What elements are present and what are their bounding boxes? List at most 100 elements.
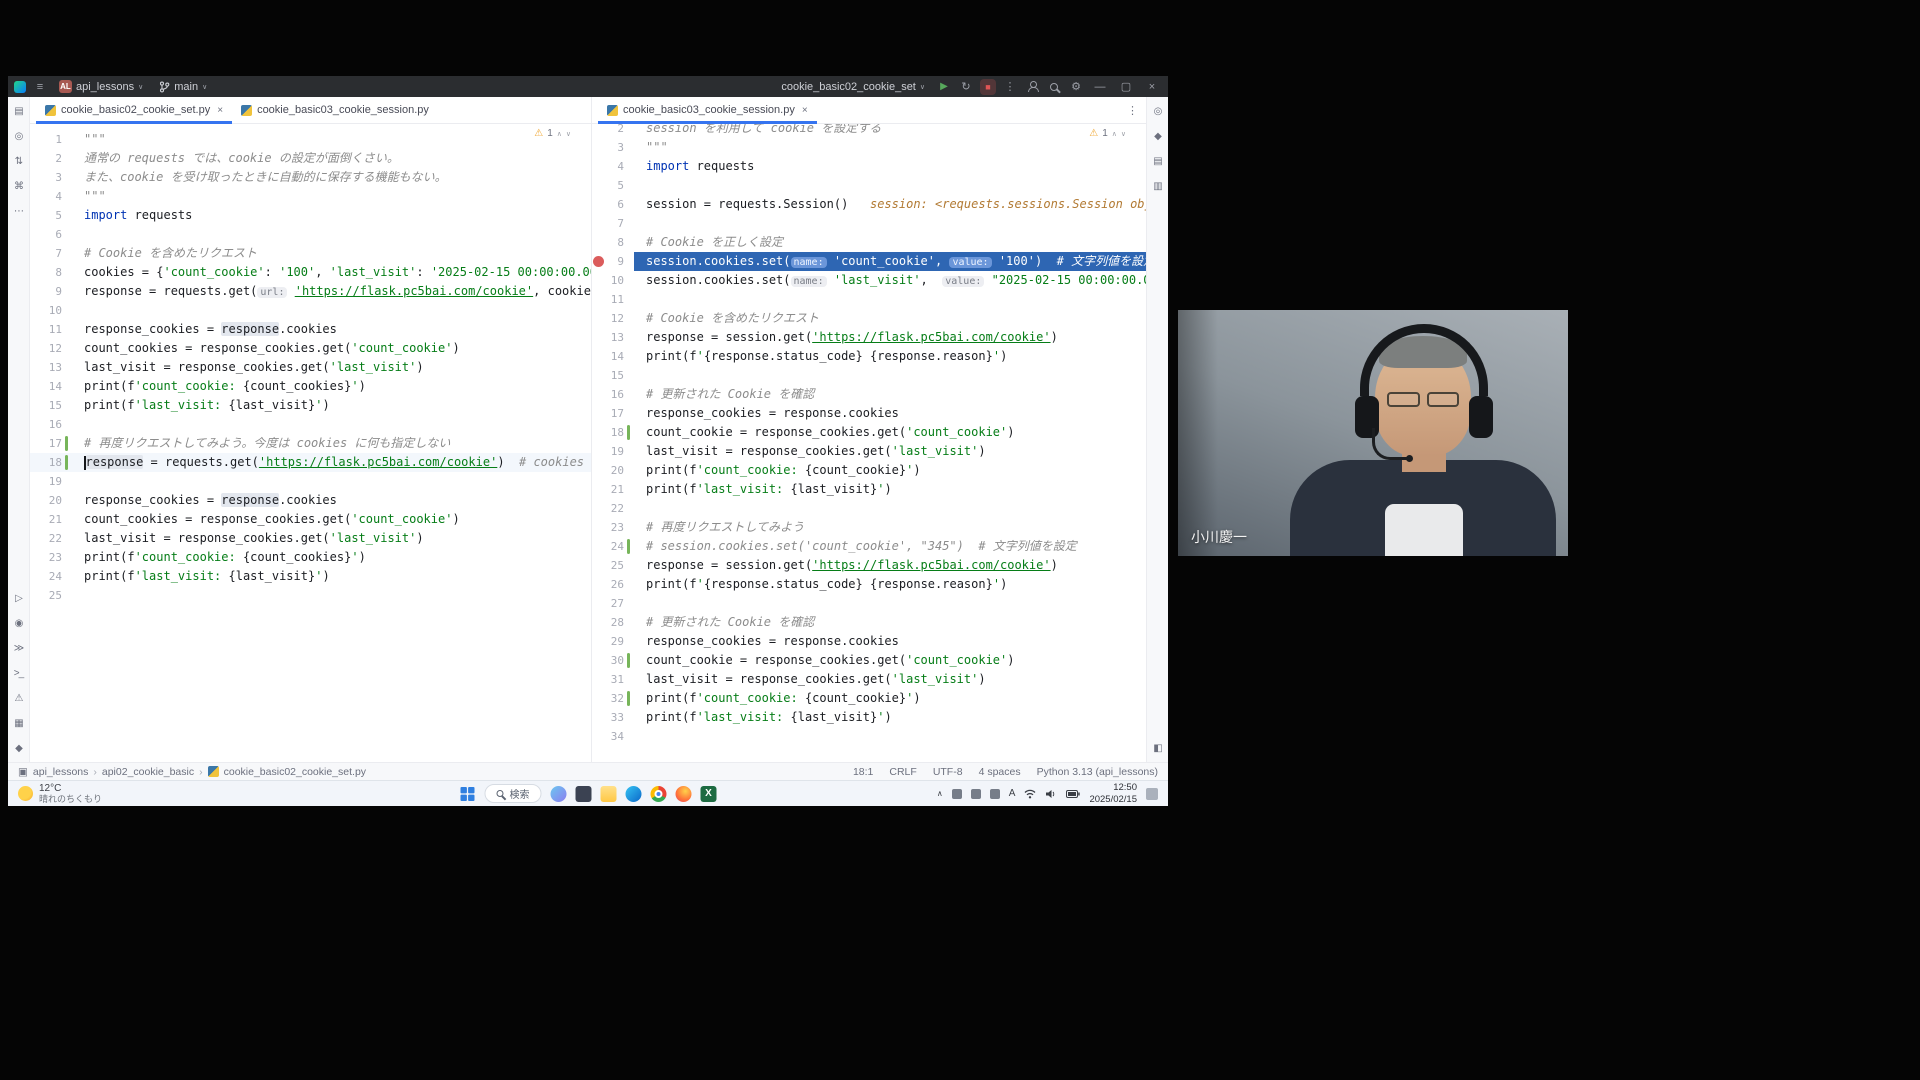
line-number[interactable]: 17 bbox=[30, 434, 62, 453]
code-line[interactable]: 14print(f'{response.status_code} {respon… bbox=[592, 347, 1146, 366]
code-text[interactable]: last_visit = response_cookies.get('last_… bbox=[634, 442, 1146, 461]
hidden-icons-chevron[interactable]: ∧ bbox=[937, 789, 943, 798]
line-number[interactable]: 21 bbox=[592, 480, 624, 499]
project-selector[interactable]: AL api_lessons ∨ bbox=[54, 79, 148, 94]
minimize-button[interactable]: — bbox=[1090, 81, 1110, 93]
editor-left[interactable]: ⚠ 1 ∧ ∨ 1"""2通常の requests では、cookie の設定が… bbox=[30, 124, 591, 762]
code-line[interactable]: 20print(f'count_cookie: {count_cookie}') bbox=[592, 461, 1146, 480]
code-text[interactable]: # Cookie を含めたリクエスト bbox=[72, 244, 591, 263]
next-problem-icon[interactable]: ∨ bbox=[1121, 130, 1126, 138]
code-line[interactable]: 4""" bbox=[30, 187, 591, 206]
code-text[interactable]: # Cookie を含めたリクエスト bbox=[634, 309, 1146, 328]
terminal-icon[interactable]: >_ bbox=[11, 666, 27, 680]
code-text[interactable]: response = requests.get('https://flask.p… bbox=[72, 453, 591, 472]
code-text[interactable]: last_visit = response_cookies.get('last_… bbox=[634, 670, 1146, 689]
excel-icon[interactable]: X bbox=[701, 786, 717, 802]
code-line[interactable]: 28# 更新された Cookie を確認 bbox=[592, 613, 1146, 632]
code-line[interactable]: 13response = session.get('https://flask.… bbox=[592, 328, 1146, 347]
close-icon[interactable]: × bbox=[802, 105, 808, 116]
code-line[interactable]: 32print(f'count_cookie: {count_cookie}') bbox=[592, 689, 1146, 708]
line-number[interactable]: 20 bbox=[30, 491, 62, 510]
pycharm-logo-icon[interactable] bbox=[14, 81, 26, 93]
problems-icon[interactable]: ⚠ bbox=[11, 691, 27, 705]
caret-position[interactable]: 18:1 bbox=[853, 766, 873, 778]
search-everywhere-icon[interactable] bbox=[1046, 79, 1062, 95]
code-text[interactable]: # 更新された Cookie を確認 bbox=[634, 613, 1146, 632]
code-line[interactable]: 18 count_cookie = response_cookies.get('c… bbox=[592, 423, 1146, 442]
line-number[interactable]: 11 bbox=[30, 320, 62, 339]
code-line[interactable]: 6session = requests.Session() session: <… bbox=[592, 195, 1146, 214]
line-number[interactable]: 18 bbox=[592, 423, 624, 442]
start-button[interactable] bbox=[460, 786, 476, 802]
code-text[interactable]: print(f'last_visit: {last_visit}') bbox=[634, 480, 1146, 499]
notifications-icon[interactable]: ◎ bbox=[1150, 104, 1166, 118]
code-text[interactable]: print(f'count_cookie: {count_cookies}') bbox=[72, 548, 591, 567]
prev-problem-icon[interactable]: ∧ bbox=[1112, 130, 1117, 138]
code-line[interactable]: 23# 再度リクエストしてみよう bbox=[592, 518, 1146, 537]
code-line[interactable]: 15print(f'last_visit: {last_visit}') bbox=[30, 396, 591, 415]
taskbar-search[interactable]: 検索 bbox=[485, 784, 542, 803]
volume-icon[interactable] bbox=[1045, 789, 1057, 799]
code-text[interactable]: response_cookies = response.cookies bbox=[634, 632, 1146, 651]
services-icon[interactable]: ▦ bbox=[11, 716, 27, 730]
code-text[interactable]: print(f'count_cookie: {count_cookie}') bbox=[634, 689, 1146, 708]
code-text[interactable]: session = requests.Session() session: <r… bbox=[634, 195, 1146, 214]
code-line[interactable]: 22last_visit = response_cookies.get('las… bbox=[30, 529, 591, 548]
line-number[interactable]: 15 bbox=[592, 366, 624, 385]
line-number[interactable]: 25 bbox=[30, 586, 62, 605]
copilot-icon[interactable] bbox=[551, 786, 567, 802]
code-line[interactable]: 16 bbox=[30, 415, 591, 434]
line-number[interactable]: 14 bbox=[592, 347, 624, 366]
code-line[interactable]: 19last_visit = response_cookies.get('las… bbox=[592, 442, 1146, 461]
code-text[interactable] bbox=[72, 225, 591, 244]
next-problem-icon[interactable]: ∨ bbox=[566, 130, 571, 138]
code-line[interactable]: 10 bbox=[30, 301, 591, 320]
clock-widget[interactable]: 12:50 2025/02/15 bbox=[1089, 782, 1137, 805]
code-text[interactable]: response_cookies = response.cookies bbox=[72, 320, 591, 339]
code-text[interactable] bbox=[72, 301, 591, 320]
wifi-icon[interactable] bbox=[1024, 789, 1036, 799]
breadcrumb-folder[interactable]: api02_cookie_basic bbox=[102, 766, 194, 778]
line-number[interactable]: 16 bbox=[592, 385, 624, 404]
code-text[interactable]: # Cookie を正しく設定 bbox=[634, 233, 1146, 252]
code-line[interactable]: 34 bbox=[592, 727, 1146, 746]
code-line[interactable]: 2通常の requests では、cookie の設定が面倒くさい。 bbox=[30, 149, 591, 168]
code-text[interactable]: """ bbox=[72, 130, 591, 149]
line-number[interactable]: 6 bbox=[30, 225, 62, 244]
code-text[interactable] bbox=[72, 415, 591, 434]
edge-icon[interactable] bbox=[626, 786, 642, 802]
code-text[interactable] bbox=[72, 472, 591, 491]
line-number[interactable]: 25 bbox=[592, 556, 624, 575]
code-text[interactable] bbox=[634, 176, 1146, 195]
line-number[interactable]: 4 bbox=[30, 187, 62, 206]
code-line[interactable]: 12# Cookie を含めたリクエスト bbox=[592, 309, 1146, 328]
line-number[interactable]: 33 bbox=[592, 708, 624, 727]
tab-cookie-basic02[interactable]: cookie_basic02_cookie_set.py × bbox=[36, 97, 232, 123]
code-pane-right[interactable]: 2session を利用して cookie を設定する3"""4import r… bbox=[592, 124, 1146, 762]
line-number[interactable]: 21 bbox=[30, 510, 62, 529]
code-text[interactable]: session.cookies.set(name: 'last_visit', … bbox=[634, 271, 1146, 290]
project-icon[interactable]: ▤ bbox=[11, 104, 27, 118]
code-line[interactable]: 26print(f'{response.status_code} {respon… bbox=[592, 575, 1146, 594]
run-button[interactable]: ▶ bbox=[936, 79, 952, 95]
line-number[interactable]: 19 bbox=[30, 472, 62, 491]
code-line[interactable]: 7 bbox=[592, 214, 1146, 233]
code-text[interactable] bbox=[634, 290, 1146, 309]
run-tool-icon[interactable]: ▷ bbox=[11, 591, 27, 605]
code-text[interactable]: response_cookies = response.cookies bbox=[72, 491, 591, 510]
code-text[interactable]: """ bbox=[634, 138, 1146, 157]
code-text[interactable]: response = requests.get(url: 'https://fl… bbox=[72, 282, 591, 301]
code-line[interactable]: 33print(f'last_visit: {last_visit}') bbox=[592, 708, 1146, 727]
layout-settings-icon[interactable]: ◧ bbox=[1150, 741, 1166, 755]
code-text[interactable]: import requests bbox=[634, 157, 1146, 176]
battery-icon[interactable] bbox=[1066, 790, 1080, 798]
line-number[interactable]: 5 bbox=[30, 206, 62, 225]
line-number[interactable]: 2 bbox=[592, 124, 624, 138]
code-line[interactable]: 25 bbox=[30, 586, 591, 605]
line-number[interactable]: 23 bbox=[592, 518, 624, 537]
line-number[interactable]: 30 bbox=[592, 651, 624, 670]
line-number[interactable]: 3 bbox=[30, 168, 62, 187]
code-text[interactable]: # 再度リクエストしてみよう。今度は cookies に何も指定しない bbox=[72, 434, 591, 453]
code-line[interactable]: 13last_visit = response_cookies.get('las… bbox=[30, 358, 591, 377]
code-text[interactable]: count_cookie = response_cookies.get('cou… bbox=[634, 423, 1146, 442]
